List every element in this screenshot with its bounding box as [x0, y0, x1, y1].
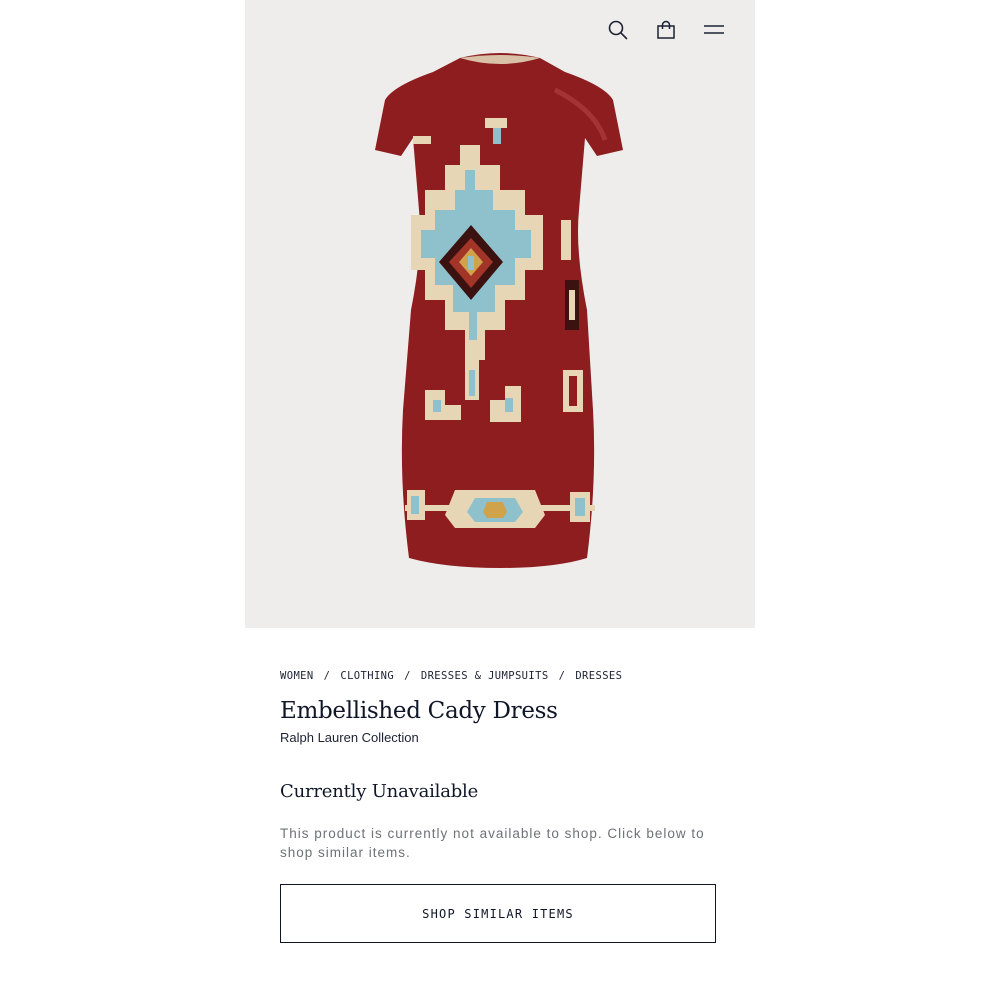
- availability-heading: Currently Unavailable: [280, 781, 479, 802]
- shop-similar-items-button[interactable]: SHOP SIMILAR ITEMS: [280, 884, 716, 943]
- product-details: WOMEN / CLOTHING / DRESSES & JUMPSUITS /…: [280, 670, 720, 862]
- product-brand: Ralph Lauren Collection: [280, 730, 419, 745]
- breadcrumb: WOMEN / CLOTHING / DRESSES & JUMPSUITS /…: [280, 670, 720, 682]
- product-page: WOMEN / CLOTHING / DRESSES & JUMPSUITS /…: [0, 0, 1000, 1000]
- availability-message: This product is currently not available …: [280, 826, 705, 860]
- breadcrumb-separator: /: [404, 670, 411, 682]
- breadcrumb-item-dresses-jumpsuits[interactable]: DRESSES & JUMPSUITS: [421, 670, 549, 682]
- breadcrumb-separator: /: [558, 670, 566, 682]
- header-icons: [607, 18, 725, 42]
- breadcrumb-item-women[interactable]: WOMEN: [280, 670, 314, 682]
- breadcrumb-separator: /: [323, 670, 331, 682]
- menu-icon[interactable]: [703, 18, 725, 42]
- dress-image: [375, 53, 623, 568]
- breadcrumb-item-clothing[interactable]: CLOTHING: [340, 670, 394, 682]
- product-image-area: [245, 0, 755, 628]
- product-title: Embellished Cady Dress: [280, 698, 558, 724]
- shopping-bag-icon[interactable]: [655, 18, 677, 42]
- search-icon[interactable]: [607, 18, 629, 42]
- breadcrumb-item-dresses[interactable]: DRESSES: [575, 670, 622, 682]
